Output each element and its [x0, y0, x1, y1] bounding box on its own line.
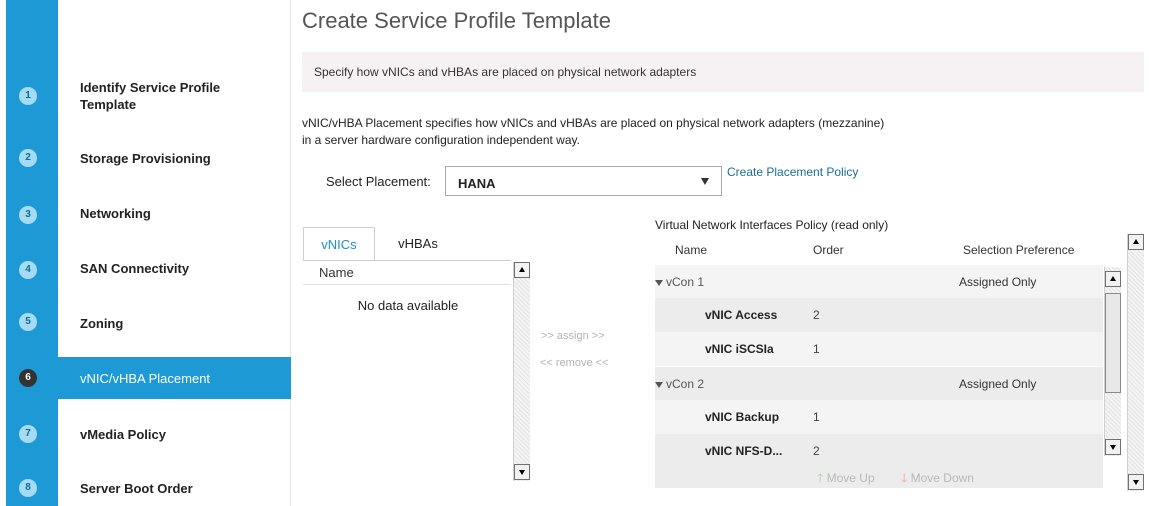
table-row-group[interactable]: vCon 1 Assigned Only [655, 264, 1103, 298]
scroll-down-button[interactable] [1105, 439, 1121, 455]
wizard-steps-nav: 1 Identify Service Profile Template 2 St… [0, 0, 291, 506]
table-footer-actions: 🡑 Move Up 🡓 Move Down [655, 464, 1103, 488]
wizard-step-networking[interactable]: 3 Networking [0, 195, 291, 235]
expand-arrow-icon [655, 279, 663, 286]
table-header: Name Order Selection Preference [655, 234, 1103, 264]
scroll-down-button[interactable] [514, 464, 530, 480]
row-name: vNIC Backup [705, 410, 780, 424]
page-title: Create Service Profile Template [302, 8, 611, 33]
column-header-name: Name [675, 243, 708, 257]
table-inner-scrollbar[interactable] [1104, 267, 1121, 456]
scroll-up-button[interactable] [1128, 234, 1144, 250]
wizard-step-storage-provisioning[interactable]: 2 Storage Provisioning [0, 138, 291, 178]
step-label: SAN Connectivity [80, 261, 190, 276]
step-number-badge: 7 [19, 425, 37, 443]
step-label: Storage Provisioning [80, 151, 211, 166]
row-order: 1 [813, 342, 820, 356]
row-preference: Assigned Only [959, 377, 1037, 391]
row-order: 1 [813, 410, 820, 424]
create-placement-policy-link[interactable]: Create Placement Policy [727, 165, 858, 179]
table-outer-scrollbar[interactable] [1127, 234, 1144, 491]
description-line: vNIC/vHBA Placement specifies how vNICs … [302, 116, 885, 130]
wizard-step-san-connectivity[interactable]: 4 SAN Connectivity [0, 250, 291, 290]
list-header-name[interactable]: Name [303, 260, 511, 285]
row-order: 2 [813, 444, 820, 458]
vnic-policy-table: Name Order Selection Preference vCon 1 A… [655, 234, 1118, 488]
policy-table-title: Virtual Network Interfaces Policy (read … [655, 218, 889, 232]
step-number-badge: 1 [19, 87, 37, 105]
step-label: Networking [80, 206, 151, 221]
placement-select[interactable]: HANA [445, 166, 722, 196]
row-order: 2 [813, 308, 820, 322]
tab-vhbas[interactable]: vHBAs [383, 227, 453, 260]
step-label: Identify Service Profile Template [80, 80, 221, 112]
table-row[interactable]: vNIC NFS-D... 2 [655, 434, 1103, 464]
row-name: vCon 2 [655, 377, 704, 391]
row-name: vNIC Access [705, 308, 778, 322]
step-label: Zoning [80, 316, 124, 331]
step-label: vNIC/vHBA Placement [80, 371, 211, 386]
scroll-up-button[interactable] [1105, 271, 1121, 287]
scroll-thumb[interactable] [1105, 293, 1121, 393]
row-name: vCon 1 [655, 275, 704, 289]
step-number-badge: 3 [19, 206, 37, 224]
table-row[interactable]: vNIC iSCSIa 1 [655, 332, 1103, 366]
column-header-selection-preference: Selection Preference [963, 243, 1075, 257]
move-up-button[interactable]: 🡑 Move Up [817, 469, 875, 490]
tab-vnics[interactable]: vNICs [303, 227, 375, 260]
wizard-step-zoning[interactable]: 5 Zoning [0, 302, 291, 342]
scroll-up-button[interactable] [514, 262, 530, 278]
column-header-order: Order [813, 243, 844, 257]
row-preference: Assigned Only [959, 275, 1037, 289]
move-down-button[interactable]: 🡓 Move Down [901, 469, 974, 490]
placement-description: vNIC/vHBA Placement specifies how vNICs … [302, 115, 1022, 149]
table-row[interactable]: vNIC Access 2 [655, 298, 1103, 332]
table-row[interactable]: vNIC Backup 1 [655, 400, 1103, 434]
wizard-step-server-boot-order[interactable]: 8 Server Boot Order [0, 468, 291, 506]
chevron-down-icon [701, 178, 709, 185]
empty-list-message: No data available [357, 298, 459, 313]
step-label: Server Boot Order [80, 481, 193, 496]
list-scrollbar[interactable] [513, 262, 530, 481]
row-name: vNIC NFS-D... [705, 444, 783, 458]
step-number-badge: 2 [19, 149, 37, 167]
arrow-up-icon: 🡑 [817, 471, 824, 485]
placement-select-value: HANA [458, 176, 496, 191]
info-banner: Specify how vNICs and vHBAs are placed o… [302, 52, 1144, 92]
step-number-badge: 4 [19, 261, 37, 279]
wizard-step-vnic-vhba-placement[interactable]: 6 vNIC/vHBA Placement [19, 357, 291, 399]
wizard-step-vmedia-policy[interactable]: 7 vMedia Policy [0, 414, 291, 454]
remove-button[interactable]: << remove << [540, 357, 609, 369]
step-number-badge: 5 [19, 313, 37, 331]
table-row-group[interactable]: vCon 2 Assigned Only [655, 366, 1103, 400]
row-name: vNIC iSCSIa [705, 342, 774, 356]
step-number-badge: 6 [19, 369, 37, 387]
select-placement-label: Select Placement: [326, 174, 431, 189]
step-number-badge: 8 [19, 479, 37, 497]
step-label: vMedia Policy [80, 427, 166, 442]
description-line: in a server hardware configuration indep… [302, 133, 580, 147]
wizard-step-identify[interactable]: 1 Identify Service Profile Template [0, 76, 291, 116]
assign-button[interactable]: >> assign >> [541, 330, 605, 342]
scroll-down-button[interactable] [1128, 474, 1144, 490]
expand-arrow-icon [655, 381, 663, 388]
arrow-down-icon: 🡓 [901, 471, 908, 485]
